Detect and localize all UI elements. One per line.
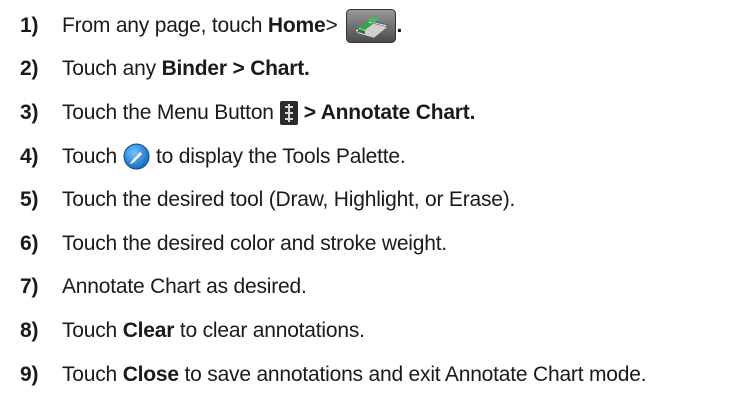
clear-label: Clear <box>122 318 175 342</box>
step-text: Touch Close to save annotations and exit… <box>62 362 647 386</box>
step-text: Touch any Binder > Chart. <box>62 57 310 81</box>
step-text: Touch to display the Tools Palette. <box>62 143 406 170</box>
step-1: 1) From any page, touch Home > . <box>20 4 740 48</box>
step-5: 5) Touch the desired tool (Draw, Highlig… <box>20 178 740 222</box>
menu-button-icon <box>279 100 298 125</box>
step-6: 6) Touch the desired color and stroke we… <box>20 222 740 266</box>
step-text: Touch Clear to clear annotations. <box>62 318 365 342</box>
step-number: 1) <box>20 13 39 37</box>
step-number: 2) <box>20 57 39 81</box>
step-text: Touch the Menu Button > Annotate Chart. <box>62 100 476 125</box>
step-text: Touch the desired tool (Draw, Highlight,… <box>62 188 516 212</box>
home-label: Home <box>267 13 326 37</box>
annotate-pencil-icon <box>123 143 150 170</box>
instruction-steps: 1) From any page, touch Home > . 2) Touc… <box>20 4 740 396</box>
close-label: Close <box>122 362 179 386</box>
step-number: 8) <box>20 318 39 342</box>
step-3: 3) Touch the Menu Button > Annotate Char… <box>20 91 740 135</box>
step-number: 6) <box>20 231 39 255</box>
binder-chart-label: Binder > Chart. <box>161 57 310 81</box>
step-text: Annotate Chart as desired. <box>62 275 307 299</box>
step-number: 5) <box>20 188 39 212</box>
step-number: 9) <box>20 362 39 386</box>
step-number: 4) <box>20 144 39 168</box>
home-binder-icon <box>345 8 396 43</box>
step-9: 9) Touch Close to save annotations and e… <box>20 353 740 397</box>
step-4: 4) Touch to display the Tools Palette. <box>20 135 740 179</box>
step-text: Touch the desired color and stroke weigh… <box>62 231 447 255</box>
step-number: 3) <box>20 100 39 124</box>
annotate-chart-label: > Annotate Chart. <box>303 100 476 124</box>
step-text: From any page, touch Home > . <box>62 8 402 43</box>
step-8: 8) Touch Clear to clear annotations. <box>20 309 740 353</box>
step-7: 7) Annotate Chart as desired. <box>20 266 740 310</box>
step-2: 2) Touch any Binder > Chart. <box>20 48 740 92</box>
step-number: 7) <box>20 275 39 299</box>
